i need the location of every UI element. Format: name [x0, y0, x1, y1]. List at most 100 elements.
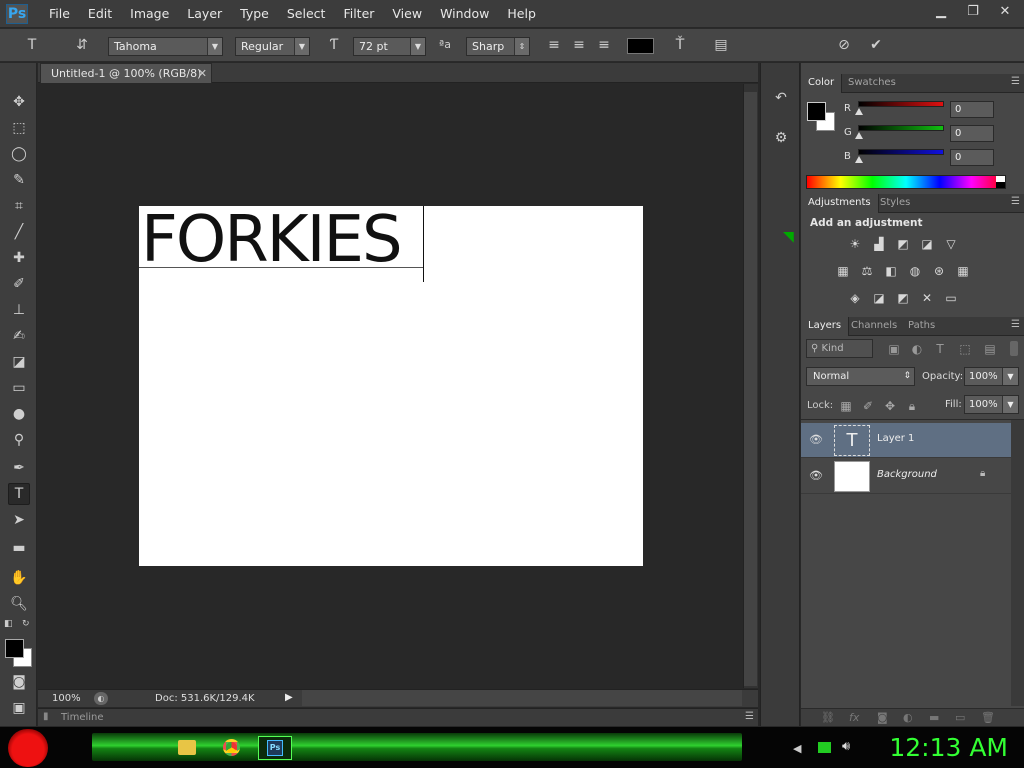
tray-expand-icon[interactable]: ◀ — [793, 742, 801, 755]
eraser-tool-icon[interactable]: ◪ — [8, 351, 30, 373]
font-family-select[interactable]: Tahoma ▼ — [108, 37, 223, 56]
history-panel-icon[interactable]: ↶ — [770, 87, 792, 109]
blend-mode-select[interactable]: Normal ⇕ — [806, 367, 915, 386]
lock-all-icon[interactable]: 🔒︎ — [904, 398, 920, 414]
canvas-text-layer[interactable]: FORKIES — [141, 202, 403, 278]
timeline-label[interactable]: Timeline — [61, 712, 104, 723]
filter-toggle[interactable] — [1010, 341, 1018, 356]
curves-icon[interactable]: ◩ — [895, 236, 911, 252]
menu-image[interactable]: Image — [121, 0, 178, 27]
layer-name[interactable]: Background — [877, 469, 937, 480]
vibrance-icon[interactable]: ▦ — [835, 263, 851, 279]
brightness-contrast-icon[interactable]: ☀ — [847, 236, 863, 252]
black-white-icon[interactable]: ◧ — [883, 263, 899, 279]
link-layers-icon[interactable]: ⛓ — [821, 711, 835, 724]
minimize-button[interactable]: ▁ — [926, 2, 956, 20]
text-color-swatch[interactable] — [627, 38, 654, 54]
crop-tool-icon[interactable]: ⌗ — [8, 195, 30, 217]
align-center-icon[interactable]: ≡ — [569, 35, 589, 55]
menu-filter[interactable]: Filter — [334, 0, 383, 27]
menu-help[interactable]: Help — [498, 0, 545, 27]
tab-layers[interactable]: Layers — [801, 317, 850, 336]
toggle-orientation-icon[interactable]: ⇵ — [72, 35, 92, 55]
exposure-icon[interactable]: ◪ — [919, 236, 935, 252]
close-tab-icon[interactable]: ✕ — [198, 64, 207, 83]
menu-edit[interactable]: Edit — [79, 0, 121, 27]
commit-edit-icon[interactable]: ✔ — [866, 35, 886, 55]
slider-b-track[interactable] — [858, 149, 944, 155]
tab-color[interactable]: Color — [801, 74, 843, 93]
tray-network-icon[interactable] — [818, 742, 831, 753]
color-spectrum-ramp[interactable] — [806, 175, 1006, 189]
type-tool-preset-icon[interactable]: T — [22, 35, 42, 55]
quick-mask-icon[interactable]: ◙ — [8, 671, 30, 693]
gradient-map-icon[interactable]: ▭ — [943, 290, 959, 306]
layer-name[interactable]: Layer 1 — [877, 433, 914, 444]
quick-select-tool-icon[interactable]: ✎ — [8, 169, 30, 191]
threshold-icon[interactable]: ◩ — [895, 290, 911, 306]
menu-type[interactable]: Type — [231, 0, 278, 27]
lock-position-icon[interactable]: ✥ — [882, 398, 898, 414]
foreground-color-swatch[interactable] — [5, 639, 24, 658]
status-info-icon[interactable]: ◐ — [94, 692, 108, 705]
color-balance-icon[interactable]: ⚖ — [859, 263, 875, 279]
timeline-menu-icon[interactable]: ☰ — [745, 711, 754, 722]
cancel-edit-icon[interactable]: ⊘ — [834, 35, 854, 55]
layer-row-background[interactable]: 👁︎ Background 🔒︎ — [801, 459, 1011, 494]
panel-menu-icon[interactable]: ☰ — [1011, 76, 1020, 87]
layer-style-icon[interactable]: fx — [849, 711, 859, 724]
filter-pixel-icon[interactable]: ▣ — [886, 341, 902, 357]
slider-b-thumb[interactable] — [855, 156, 863, 163]
start-button-bird-icon[interactable] — [8, 729, 48, 767]
eyedropper-tool-icon[interactable]: ╱ — [8, 221, 30, 243]
warp-text-icon[interactable]: Ť — [670, 35, 690, 55]
zoom-level[interactable]: 100% — [52, 693, 81, 704]
type-tool-icon[interactable]: T — [8, 483, 30, 505]
lock-image-icon[interactable]: ✐ — [860, 398, 876, 414]
swap-colors-icon[interactable]: ↻ — [22, 619, 30, 629]
gradient-triangle-icon[interactable]: ▽ — [943, 236, 959, 252]
align-right-icon[interactable]: ≡ — [594, 35, 614, 55]
menu-layer[interactable]: Layer — [178, 0, 231, 27]
layer-row-layer-1[interactable]: 👁︎ T Layer 1 — [801, 423, 1011, 458]
document-canvas[interactable]: FORKIES — [139, 203, 643, 566]
marquee-tool-icon[interactable]: ⬚ — [8, 117, 30, 139]
lasso-tool-icon[interactable]: ◯ — [8, 143, 30, 165]
chevron-down-icon[interactable]: ▼ — [1002, 396, 1018, 413]
restore-button[interactable]: ❐ — [958, 2, 988, 20]
explorer-folder-icon[interactable] — [178, 740, 196, 755]
character-panel-icon[interactable]: ▤ — [711, 35, 731, 55]
font-size-select[interactable]: 72 pt ▼ — [353, 37, 426, 56]
rectangle-tool-icon[interactable]: ▬ — [8, 537, 30, 559]
lock-transparent-icon[interactable]: ▦ — [838, 398, 854, 414]
tab-adjustments[interactable]: Adjustments — [801, 194, 879, 213]
slider-g-thumb[interactable] — [855, 132, 863, 139]
layers-scrollbar[interactable] — [1011, 420, 1024, 706]
zoom-tool-icon[interactable]: 🔍︎ — [8, 593, 30, 615]
spectrum-black-white-icon[interactable] — [996, 176, 1005, 188]
photo-filter-icon[interactable]: ◍ — [907, 263, 923, 279]
invert-icon[interactable]: ◈ — [847, 290, 863, 306]
layer-filter-select[interactable]: ⚲ Kind — [806, 339, 873, 358]
eye-icon[interactable]: 👁︎ — [809, 433, 823, 446]
filter-smart-object-icon[interactable]: ▤ — [982, 341, 998, 357]
move-tool-icon[interactable]: ✥ — [8, 91, 30, 113]
taskbar-photoshop-item[interactable]: Ps — [258, 736, 292, 760]
new-adjustment-icon[interactable]: ◐ — [903, 711, 913, 724]
brush-tool-icon[interactable]: ✐ — [8, 273, 30, 295]
selective-color-icon[interactable]: ✕ — [919, 290, 935, 306]
slider-g-track[interactable] — [858, 125, 944, 131]
path-selection-tool-icon[interactable]: ➤ — [8, 509, 30, 531]
tab-paths[interactable]: Paths — [901, 317, 942, 336]
status-menu-arrow-icon[interactable]: ▶ — [285, 692, 293, 703]
hand-tool-icon[interactable]: ✋ — [8, 567, 30, 589]
color-lookup-icon[interactable]: ▦ — [955, 263, 971, 279]
default-colors-icon[interactable]: ◧ — [4, 619, 13, 629]
panel-menu-icon[interactable]: ☰ — [1011, 319, 1020, 330]
filter-shape-icon[interactable]: ⬚ — [957, 341, 973, 357]
fill-input[interactable]: 100% ▼ — [964, 395, 1019, 414]
taskbar-clock[interactable]: 12:13 AM — [889, 733, 1008, 763]
filter-type-icon[interactable]: T — [932, 341, 948, 357]
delete-layer-icon[interactable]: 🗑︎ — [981, 711, 995, 724]
filter-adjustment-icon[interactable]: ◐ — [909, 341, 925, 357]
